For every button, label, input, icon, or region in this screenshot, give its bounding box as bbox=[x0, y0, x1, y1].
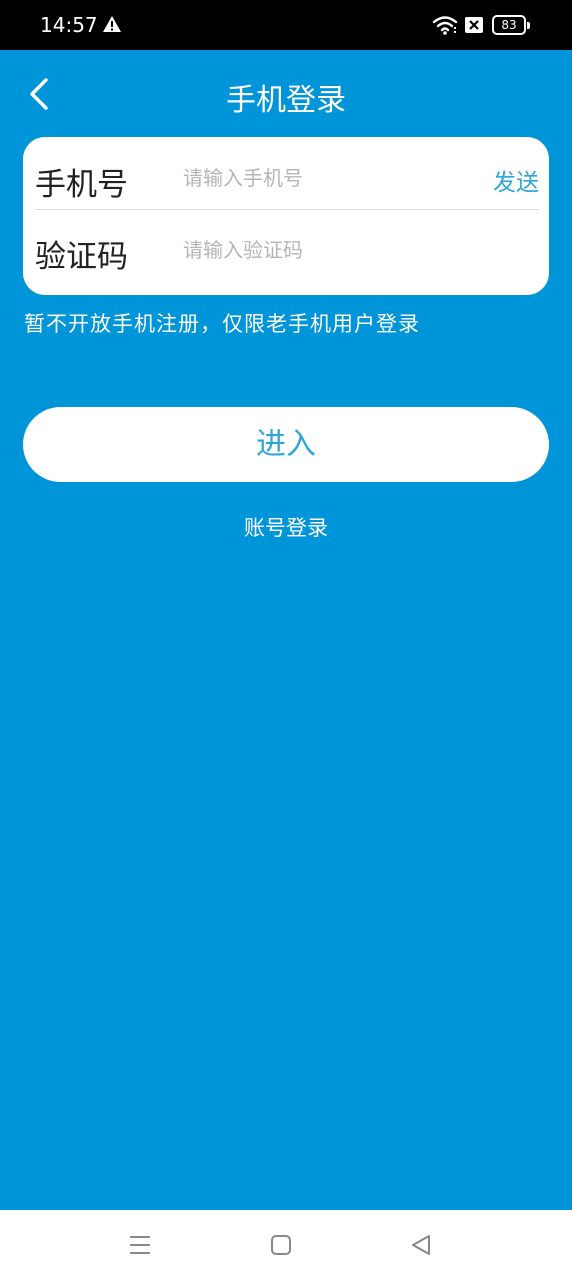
header: 手机登录 bbox=[0, 50, 572, 136]
menu-icon[interactable] bbox=[127, 1232, 153, 1258]
back-triangle-icon[interactable] bbox=[408, 1232, 434, 1258]
system-nav-bar bbox=[0, 1210, 572, 1280]
account-login-link[interactable]: 账号登录 bbox=[0, 512, 572, 542]
enter-button[interactable]: 进入 bbox=[23, 407, 549, 482]
warning-icon bbox=[103, 16, 121, 32]
code-field-row: 验证码 bbox=[23, 209, 549, 281]
code-label: 验证码 bbox=[35, 239, 128, 275]
battery-level: 83 bbox=[501, 18, 517, 32]
phone-field-row: 手机号 发送 bbox=[23, 137, 549, 210]
status-time: 14:57 bbox=[40, 13, 98, 37]
wifi-icon bbox=[432, 16, 458, 35]
code-input[interactable] bbox=[183, 229, 483, 271]
registration-notice: 暂不开放手机注册，仅限老手机用户登录 bbox=[24, 312, 420, 336]
send-code-button[interactable]: 发送 bbox=[493, 163, 539, 197]
page-title: 手机登录 bbox=[226, 83, 346, 118]
status-bar: 14:57 83 bbox=[0, 0, 572, 50]
phone-label: 手机号 bbox=[35, 167, 128, 203]
battery-icon: 83 bbox=[492, 15, 530, 35]
phone-input[interactable] bbox=[183, 157, 483, 199]
sim-off-icon bbox=[465, 17, 483, 33]
login-card: 手机号 发送 验证码 bbox=[23, 137, 549, 295]
home-icon[interactable] bbox=[268, 1232, 294, 1258]
